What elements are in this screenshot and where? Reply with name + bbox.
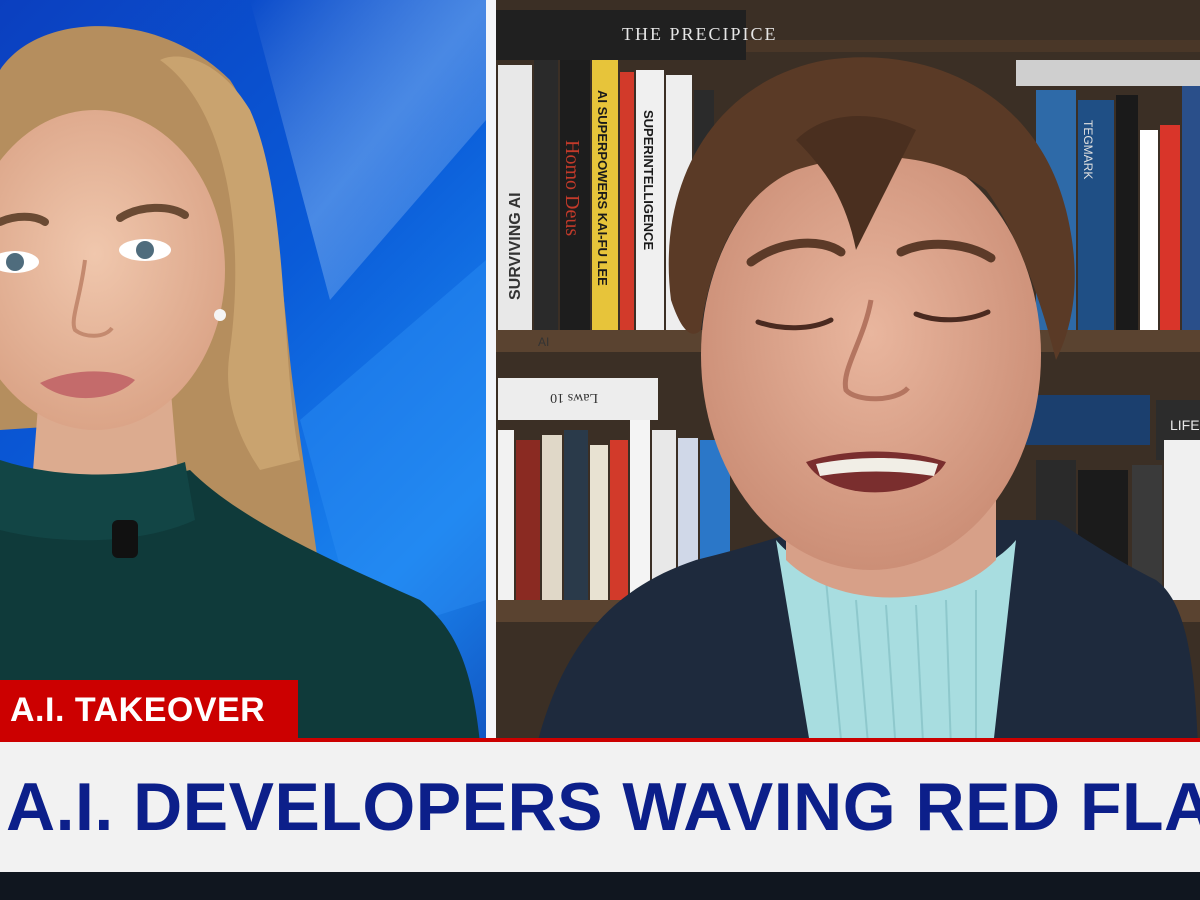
lower-third-bottom-strip <box>0 872 1200 900</box>
book-spine-title: SURVIVING AI <box>507 192 524 300</box>
headline-text: A.I. DEVELOPERS WAVING RED FLAGS <box>6 769 1200 845</box>
lower-third-headline-bar: A.I. DEVELOPERS WAVING RED FLAGS <box>0 742 1200 872</box>
book-spine-title: LIFE <box>1170 417 1200 433</box>
book-spine-title: Homo Deus <box>561 140 583 236</box>
book-spine-title: AI SUPERPOWERS KAI-FU LEE <box>595 90 610 286</box>
earring-icon <box>214 309 226 321</box>
book-spine-title: TEGMARK <box>1081 120 1095 179</box>
shelf-label: AI <box>538 335 549 349</box>
anchor-iris <box>136 241 154 259</box>
book-spine-title: Laws 10 <box>550 390 598 405</box>
studio-light-streak <box>250 0 486 300</box>
book-spine-title: SUPERINTELLIGENCE <box>641 110 656 250</box>
topic-tag: A.I. TAKEOVER <box>0 680 298 740</box>
book-spine-title: THE PRECIPICE <box>622 24 778 44</box>
anchor-iris <box>6 253 24 271</box>
lapel-microphone-icon <box>112 520 138 558</box>
